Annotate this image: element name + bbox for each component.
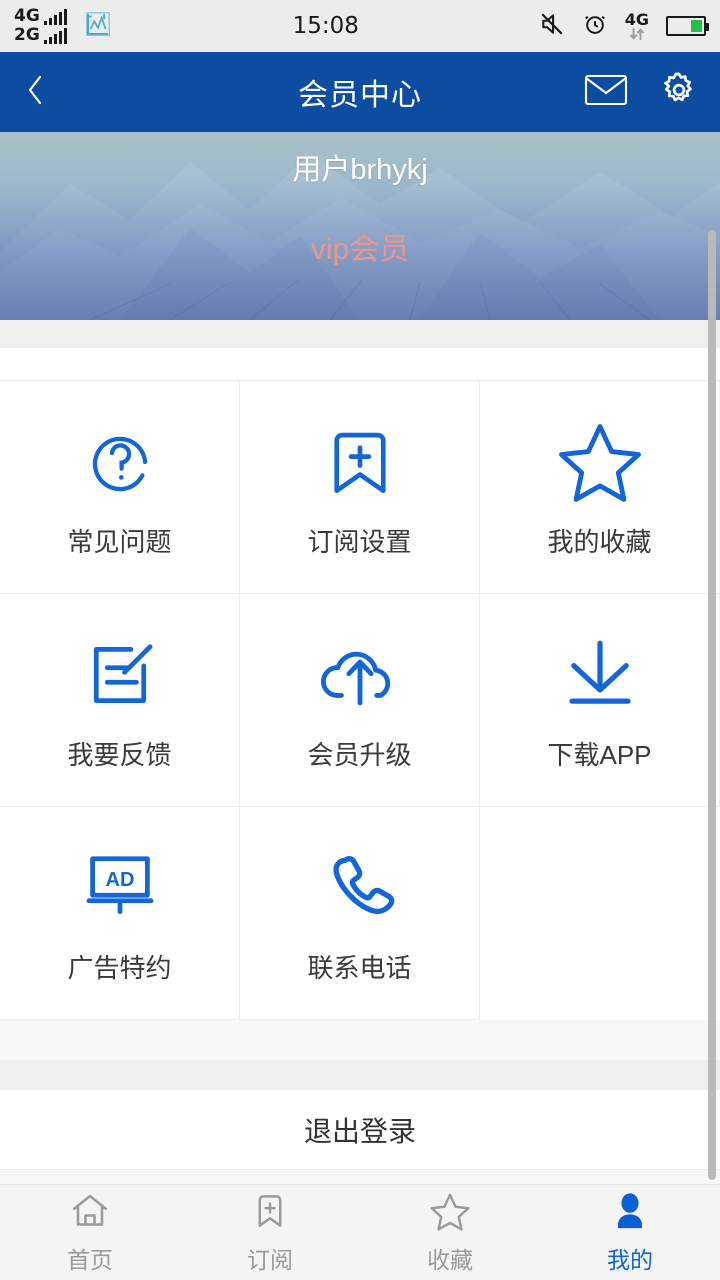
cloud-upload-icon [315,629,405,721]
menu-item-faq[interactable]: 常见问题 [0,381,240,594]
ad-board-icon: AD [78,842,162,934]
tab-label: 首页 [67,1247,113,1273]
menu-item-advertising[interactable]: AD 广告特约 [0,807,240,1020]
data-transfer-icon: 4G [625,12,649,40]
logout-button[interactable]: 退出登录 [0,1090,720,1170]
battery-icon [666,16,709,36]
bottom-tab-bar: 首页 订阅 收藏 我的 [0,1184,720,1280]
menu-item-label: 联系电话 [307,952,412,983]
menu-item-label: 下载APP [547,739,652,770]
signal-indicators: 4G 2G [14,8,67,44]
menu-item-label: 常见问题 [67,526,172,557]
tab-label: 订阅 [247,1247,293,1273]
back-chevron-icon[interactable] [22,70,48,115]
home-icon [69,1190,111,1237]
logout-top-spacer [0,1060,720,1090]
signal-bars-icon [43,28,67,44]
tab-label: 收藏 [427,1247,473,1273]
menu-grid: 常见问题 订阅设置 我的收藏 我要反馈 会员升级 下载APP AD 广告特约 联… [0,380,720,1020]
tab-subscribe[interactable]: 订阅 [180,1185,360,1280]
person-icon [610,1190,650,1237]
menu-item-feedback[interactable]: 我要反馈 [0,594,240,807]
menu-item-contact-phone[interactable]: 联系电话 [240,807,480,1020]
tab-mine[interactable]: 我的 [540,1185,720,1280]
alarm-clock-icon [582,11,608,42]
svg-text:AD: AD [105,869,134,891]
data-network-label: 4G [624,10,649,29]
chart-app-icon [83,9,113,44]
profile-banner: 用户brhykj vip会员 [0,132,720,320]
edit-note-icon [78,629,162,721]
question-circle-icon [77,416,163,508]
menu-item-label: 我要反馈 [67,739,172,770]
bookmark-plus-icon [251,1190,289,1237]
gear-icon[interactable] [660,71,698,114]
tab-favorites[interactable]: 收藏 [360,1185,540,1280]
banner-username: 用户brhykj [292,154,428,186]
phone-icon [319,842,401,934]
sim1-signal: 4G [14,8,67,25]
menu-item-download-app[interactable]: 下载APP [480,594,720,807]
star-outline-icon [555,416,645,508]
sim2-signal: 2G [14,27,67,44]
mute-icon [539,11,565,42]
star-outline-icon [428,1190,472,1237]
menu-item-label: 会员升级 [307,739,412,770]
banner-bottom-spacer [0,320,720,348]
vertical-scrollbar[interactable] [708,230,716,1180]
grid-top-spacer [0,348,720,380]
tab-home[interactable]: 首页 [0,1185,180,1280]
menu-item-label: 我的收藏 [547,526,652,557]
menu-item-label: 订阅设置 [307,526,412,557]
status-bar: 4G 2G 15:08 4G [0,0,720,52]
app-screen: 4G 2G 15:08 4G 会员中心 用户brhykj vip会员 常见问题 … [0,0,720,1280]
envelope-icon[interactable] [584,73,628,112]
signal-bars-icon [43,9,67,25]
menu-grid-empty-cell [480,807,720,1020]
sim1-network-label: 4G [14,6,40,26]
status-bar-right: 4G [539,11,709,42]
sim2-network-label: 2G [14,25,40,45]
tab-label: 我的 [607,1247,653,1273]
status-bar-left: 4G 2G [14,8,113,44]
menu-item-member-upgrade[interactable]: 会员升级 [240,594,480,807]
bookmark-plus-icon [321,416,399,508]
menu-item-subscription-settings[interactable]: 订阅设置 [240,381,480,594]
download-icon [557,629,643,721]
banner-vip-badge: vip会员 [310,233,410,266]
menu-item-my-favorites[interactable]: 我的收藏 [480,381,720,594]
app-header: 会员中心 [0,52,720,132]
status-bar-clock: 15:08 [292,13,359,39]
menu-item-label: 广告特约 [67,952,172,983]
